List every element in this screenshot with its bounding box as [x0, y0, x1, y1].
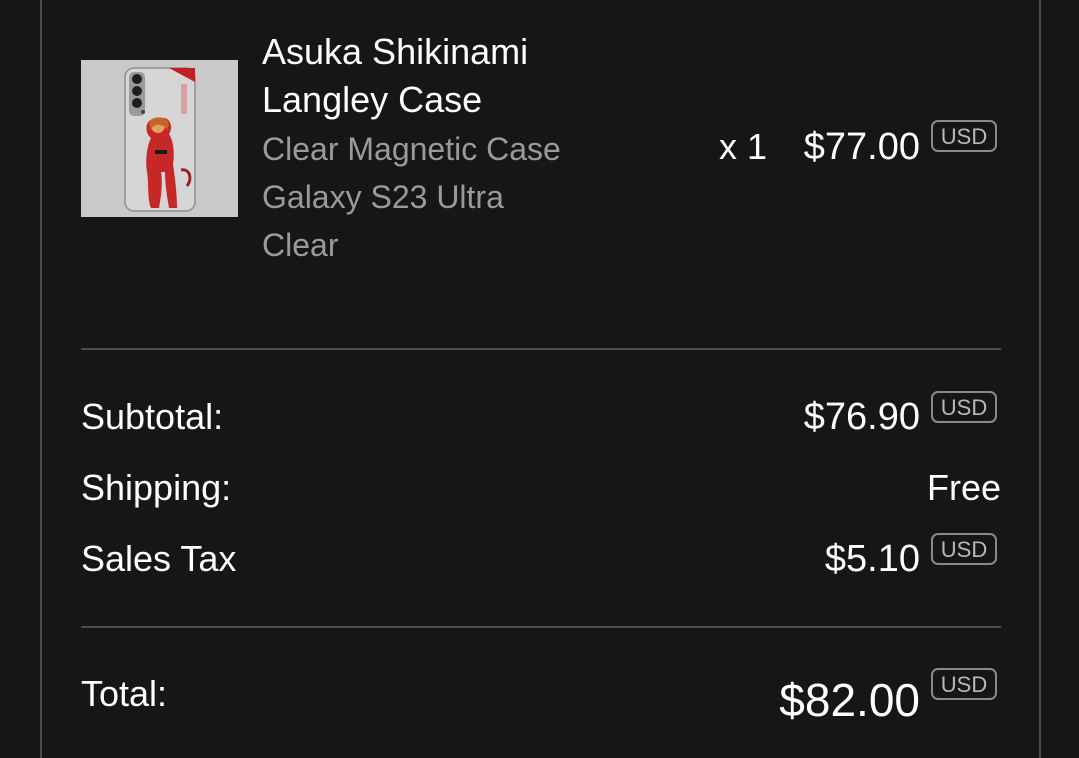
total-label: Total:: [81, 673, 168, 714]
product-quantity: x 1: [719, 126, 768, 167]
subtotal-label: Subtotal:: [81, 396, 224, 437]
total-currency-badge: USD: [931, 668, 997, 700]
subtotal-value: $76.90: [803, 396, 920, 438]
product-title-line2: Langley Case: [262, 79, 483, 120]
product-title-line1: Asuka Shikinami: [262, 31, 529, 72]
product-color: Clear: [262, 227, 339, 263]
total-value: $82.00: [779, 674, 920, 726]
product-price: $77.00: [803, 126, 920, 168]
shipping-value: Free: [926, 467, 1001, 508]
product-variant: Clear Magnetic Case: [262, 131, 561, 167]
shipping-label: Shipping:: [81, 467, 232, 508]
sales-tax-currency-badge: USD: [931, 533, 997, 565]
subtotal-currency-badge: USD: [931, 391, 997, 423]
product-device: Galaxy S23 Ultra: [262, 179, 504, 215]
divider: [81, 626, 1001, 628]
product-thumbnail: [81, 60, 238, 217]
divider: [81, 348, 1001, 350]
sales-tax-label: Sales Tax: [81, 538, 237, 579]
product-title[interactable]: Asuka Shikinami Langley Case: [262, 28, 662, 124]
sales-tax-value: $5.10: [824, 538, 920, 580]
phone-case-image-icon: [81, 60, 238, 217]
currency-badge: USD: [931, 120, 997, 152]
